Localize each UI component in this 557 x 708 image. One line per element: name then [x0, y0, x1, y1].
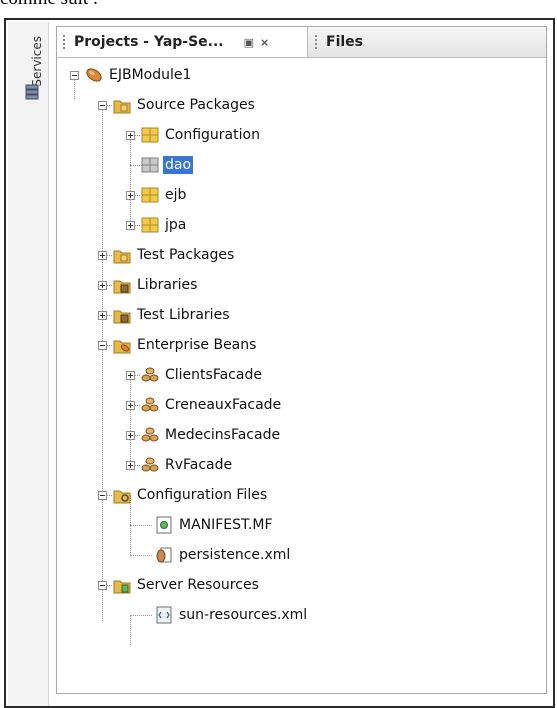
- tree-node-label: sun-resources.xml: [179, 607, 308, 623]
- tree-node-label: ClientsFacade: [165, 367, 262, 383]
- session-bean-icon: [141, 367, 159, 382]
- side-tab-strip: Services: [8, 22, 49, 706]
- tab-files-label: Files: [326, 34, 363, 50]
- collapse-toggle-icon[interactable]: [98, 491, 107, 500]
- expand-toggle-icon[interactable]: [126, 431, 135, 440]
- libraries-folder-icon: [113, 280, 131, 294]
- project-tree: EJBModule1 Source Packages Configuration: [57, 57, 546, 693]
- beans-folder-icon: [113, 340, 131, 354]
- tree-node-label: Configuration: [165, 127, 260, 143]
- empty-package-icon: [141, 157, 159, 173]
- ejb-module-icon: [86, 68, 102, 82]
- tab-projects-label: Projects - Yap-Se...: [74, 34, 224, 50]
- collapse-toggle-icon[interactable]: [98, 101, 107, 110]
- tab-files[interactable]: Files: [309, 27, 363, 57]
- services-icon: [25, 84, 39, 100]
- expand-toggle-icon[interactable]: [98, 281, 107, 290]
- libraries-folder-icon: [113, 310, 131, 324]
- expand-toggle-icon[interactable]: [126, 461, 135, 470]
- tree-node-label-selected: dao: [163, 156, 194, 174]
- tab-projects[interactable]: Projects - Yap-Se... ▣ ⨯: [57, 27, 308, 57]
- package-icon: [141, 217, 159, 233]
- expand-toggle-icon[interactable]: [126, 401, 135, 410]
- expand-toggle-icon[interactable]: [126, 371, 135, 380]
- package-icon: [141, 127, 159, 143]
- server-folder-icon: [113, 580, 131, 594]
- caption-text: comme suit :: [0, 0, 98, 10]
- expand-toggle-icon[interactable]: [126, 221, 135, 230]
- tree-node-label: EJBModule1: [109, 67, 192, 83]
- tree-node-label: Source Packages: [137, 97, 255, 113]
- xml-file-icon: [156, 606, 172, 624]
- tree-node-label: jpa: [165, 217, 187, 233]
- services-tab-label: Services: [30, 36, 44, 87]
- drag-grip-icon[interactable]: [315, 35, 321, 49]
- tree-node-label: Server Resources: [137, 577, 259, 593]
- minimize-icon[interactable]: ▣: [244, 36, 254, 49]
- collapse-toggle-icon[interactable]: [98, 581, 107, 590]
- tab-bar: Projects - Yap-Se... ▣ ⨯ Files: [57, 27, 546, 58]
- tree-node-label: ejb: [165, 187, 187, 203]
- package-icon: [141, 187, 159, 203]
- drag-grip-icon[interactable]: [63, 35, 69, 49]
- tree-node-label: Test Libraries: [137, 307, 230, 323]
- session-bean-icon: [141, 397, 159, 412]
- tree-node-label: Test Packages: [137, 247, 235, 263]
- collapse-toggle-icon[interactable]: [70, 71, 79, 80]
- tree-node-label: persistence.xml: [179, 547, 291, 563]
- expand-toggle-icon[interactable]: [126, 131, 135, 140]
- tree-node-label: Enterprise Beans: [137, 337, 257, 353]
- services-tab[interactable]: Services: [16, 28, 44, 128]
- ide-window: Services Projects - Yap-Se... ▣ ⨯ Files: [4, 18, 555, 708]
- config-folder-icon: [113, 490, 131, 504]
- tree-node-label: CreneauxFacade: [165, 397, 282, 413]
- test-folder-icon: [113, 250, 131, 264]
- source-folder-icon: [113, 100, 131, 114]
- tree-node-label: RvFacade: [165, 457, 233, 473]
- projects-panel: Projects - Yap-Se... ▣ ⨯ Files EJBModule…: [56, 26, 547, 694]
- tree-node-label: Libraries: [137, 277, 198, 293]
- tree-node-label: Configuration Files: [137, 487, 268, 503]
- tree-node-label: MANIFEST.MF: [179, 517, 273, 533]
- collapse-toggle-icon[interactable]: [98, 341, 107, 350]
- persistence-file-icon: [156, 547, 172, 563]
- expand-toggle-icon[interactable]: [98, 311, 107, 320]
- session-bean-icon: [141, 457, 159, 472]
- tree-node-label: MedecinsFacade: [165, 427, 281, 443]
- expand-toggle-icon[interactable]: [98, 251, 107, 260]
- expand-toggle-icon[interactable]: [126, 191, 135, 200]
- close-icon[interactable]: ⨯: [260, 36, 269, 49]
- manifest-file-icon: [156, 516, 172, 534]
- session-bean-icon: [141, 427, 159, 442]
